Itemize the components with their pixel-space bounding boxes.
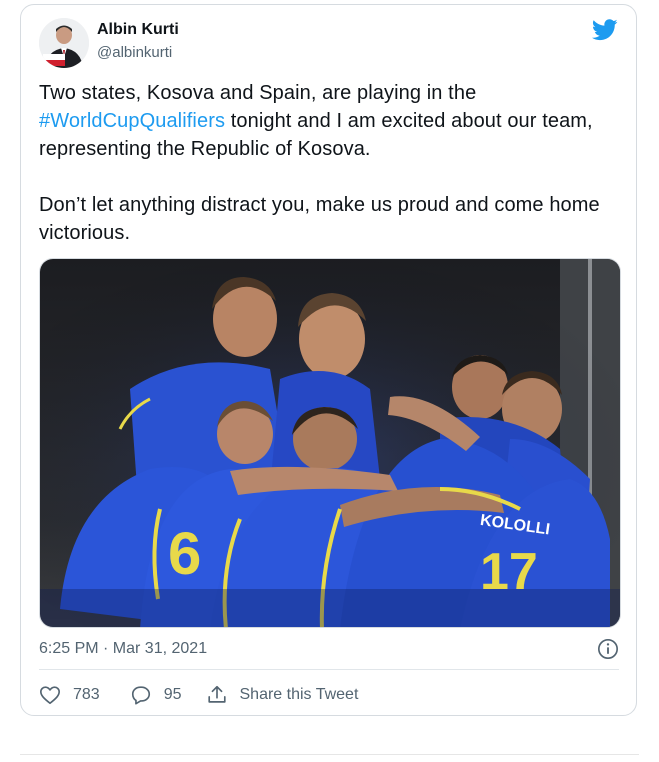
tweet-text-part1: Two states, Kosova and Spain, are playin… [39,82,477,104]
like-button[interactable]: 783 [39,684,100,706]
tweet-text: Two states, Kosova and Spain, are playin… [39,79,619,247]
tweet-paragraph-1: Two states, Kosova and Spain, are playin… [39,79,619,163]
heart-icon [40,686,60,705]
tweet-photo[interactable]: 6 KOLOLLI 17 [39,258,621,628]
reply-count: 95 [163,686,182,703]
hashtag-link[interactable]: #WorldCupQualifiers [39,110,225,132]
info-icon[interactable] [597,638,619,660]
twitter-bird-icon[interactable] [592,19,618,41]
share-upload-icon [207,685,226,703]
like-count: 783 [73,686,100,703]
team-celebration-image: 6 KOLOLLI 17 [40,259,620,627]
author-name[interactable]: Albin Kurti [97,21,179,39]
author-avatar[interactable] [39,18,89,68]
divider [39,669,619,670]
reply-button[interactable]: 95 [130,684,182,706]
share-label: Share this Tweet [239,686,359,703]
reply-bubble-icon [131,686,150,705]
tweet-actions: 783 95 Share this Tweet [39,683,358,707]
page-bottom-divider [20,754,639,755]
avatar-image [39,18,89,68]
tweet-timestamp[interactable]: 6:25 PM · Mar 31, 2021 [39,640,207,658]
tweet-paragraph-2: Don’t let anything distract you, make us… [39,194,600,244]
jersey-number-front: 6 [168,520,201,587]
tweet-card: Albin Kurti @albinkurti Two states, Koso… [20,4,637,716]
share-button[interactable]: Share this Tweet [206,684,359,706]
author-handle[interactable]: @albinkurti [97,44,172,61]
